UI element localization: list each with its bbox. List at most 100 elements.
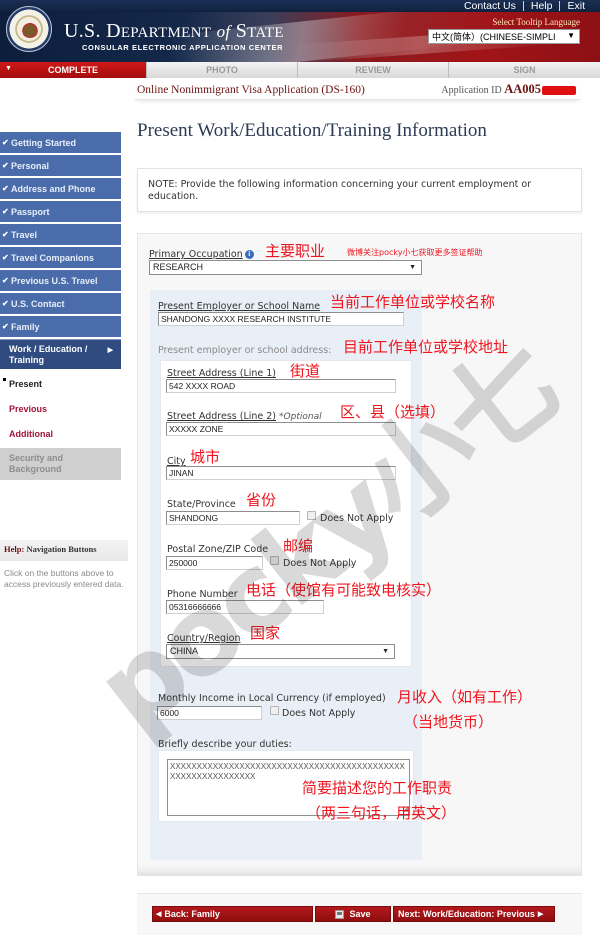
postal-input[interactable]: 250000 — [166, 556, 263, 570]
next-button[interactable]: Next: Work/Education: Previous ▶ — [393, 906, 555, 922]
step-review[interactable]: REVIEW — [298, 62, 449, 78]
label-text: Present Employer or School Name — [158, 301, 321, 312]
sidebar-item-label: Getting Started — [11, 137, 77, 148]
dept-title-part: of — [216, 22, 231, 41]
step-photo[interactable]: PHOTO — [147, 62, 298, 78]
contact-us-link[interactable]: Contact Us — [457, 0, 523, 12]
state-does-not-apply-checkbox[interactable] — [307, 511, 316, 520]
info-icon[interactable]: i — [244, 250, 254, 259]
annotation-state: 省份 — [246, 491, 277, 509]
annotation-income-line1: 月收入（如有工作） — [397, 688, 533, 706]
application-id-label: Application ID — [441, 85, 502, 96]
select-value: RESEARCH — [153, 262, 204, 272]
caret-down-icon: ▼ — [5, 65, 12, 72]
annotation-duties-line2: （两三句话，用英文） — [306, 804, 457, 822]
employer-address-heading: Present employer or school address: — [158, 345, 332, 356]
street1-input[interactable]: 542 XXXX ROAD — [166, 379, 396, 393]
duties-label: Briefly describe your duties: — [158, 739, 292, 750]
caret-right-icon: ▶ — [107, 347, 113, 354]
sidebar-item-travel[interactable]: ✔ Travel — [0, 224, 121, 245]
sidebar-subitem-label: Additional — [9, 428, 53, 439]
checkmark-icon: ✔ — [2, 207, 9, 216]
postal-label: Postal Zone/ZIP Code — [167, 544, 268, 555]
exit-link[interactable]: Exit — [560, 0, 592, 12]
top-links: Contact Us Help Exit — [457, 0, 592, 12]
postal-does-not-apply-checkbox[interactable] — [270, 556, 279, 565]
income-label: Monthly Income in Local Currency (if emp… — [158, 693, 386, 704]
chevron-down-icon: ▼ — [382, 648, 389, 655]
department-title: U.S. DEPARTMENT of STATE — [64, 20, 284, 43]
annotation-postal: 邮编 — [283, 537, 314, 555]
caret-right-icon: ▶ — [537, 911, 544, 918]
sidebar-subitem-present[interactable]: Present — [0, 371, 121, 396]
step-sign[interactable]: SIGN — [449, 62, 600, 78]
help-title-text: Navigation Buttons — [26, 544, 97, 554]
sidebar-subitem-previous[interactable]: Previous — [0, 396, 121, 421]
caret-left-icon: ◀ — [156, 911, 162, 918]
sidebar-item-travel-companions[interactable]: ✔ Travel Companions — [0, 247, 121, 268]
button-label: Save — [349, 909, 371, 919]
annotation-employer-address: 目前工作单位或学校地址 — [343, 338, 509, 356]
help-title-prefix: Help: — [4, 544, 25, 554]
label-text: Phone Number — [167, 589, 238, 600]
primary-occupation-select[interactable]: RESEARCH ▼ — [149, 260, 422, 275]
employer-name-label: Present Employer or School Name — [158, 301, 320, 312]
sidebar-item-work-education-training[interactable]: Work / Education / Training ▶ — [0, 339, 121, 369]
phone-input[interactable]: 05316666666 — [166, 600, 324, 614]
application-id: Application ID AA005 — [441, 82, 580, 97]
employer-name-input[interactable]: SHANDONG XXXX RESEARCH INSTITUTE — [158, 312, 404, 326]
label-text: Street Address (Line 2) — [167, 411, 277, 422]
postal-does-not-apply-label: Does Not Apply — [283, 558, 357, 569]
checkmark-icon: ✔ — [2, 276, 9, 285]
annotation-country: 国家 — [250, 624, 281, 642]
annotation-street1: 街道 — [290, 362, 321, 380]
tooltip-language-value: 中文(简体）(CHINESE-SIMPLI — [432, 32, 556, 42]
sidebar-subitem-additional[interactable]: Additional — [0, 421, 121, 446]
sidebar-item-label: Personal — [11, 160, 50, 171]
help-title: Help: Navigation Buttons — [0, 540, 128, 561]
sidebar-item-family[interactable]: ✔ Family — [0, 316, 121, 337]
street2-input[interactable]: XXXXX ZONE — [166, 422, 396, 436]
chevron-down-icon: ▼ — [409, 264, 416, 271]
sidebar-item-label: Previous U.S. Travel — [11, 275, 98, 286]
primary-occupation-label: Primary Occupation i — [149, 249, 254, 260]
income-input[interactable]: 6000 — [157, 706, 262, 720]
income-does-not-apply-label: Does Not Apply — [282, 708, 356, 719]
sidebar-item-getting-started[interactable]: ✔ Getting Started — [0, 132, 121, 153]
optional-marker: *Optional — [279, 412, 322, 422]
step-complete[interactable]: ▼ COMPLETE — [0, 62, 147, 78]
eagle-emblem — [21, 20, 39, 38]
checkmark-icon: ✔ — [2, 230, 9, 239]
sidebar-item-label: Background — [9, 464, 62, 474]
sidebar-item-label: Address and Phone — [11, 183, 96, 194]
sidebar-item-address-and-phone[interactable]: ✔ Address and Phone — [0, 178, 121, 199]
checkmark-icon: ✔ — [2, 138, 9, 147]
sidebar-item-label: U.S. Contact — [11, 298, 65, 309]
checkmark-icon: ✔ — [2, 184, 9, 193]
note-box: NOTE: Provide the following information … — [137, 168, 582, 212]
sidebar-subitem-label: Previous — [9, 403, 48, 414]
checkmark-icon: ✔ — [2, 299, 9, 308]
tooltip-language-select[interactable]: 中文(简体）(CHINESE-SIMPLI ▼ — [428, 29, 580, 44]
country-select[interactable]: CHINA ▼ — [166, 644, 395, 659]
state-does-not-apply-label: Does Not Apply — [320, 513, 394, 524]
sidebar-item-personal[interactable]: ✔ Personal — [0, 155, 121, 176]
city-input[interactable]: JINAN — [166, 466, 396, 480]
sidebar-item-previous-us-travel[interactable]: ✔ Previous U.S. Travel — [0, 270, 121, 291]
annotation-street2: 区、县（选填） — [340, 403, 446, 421]
state-input[interactable]: SHANDONG — [166, 511, 300, 525]
help-link[interactable]: Help — [524, 0, 560, 12]
back-button[interactable]: ◀ Back: Family — [152, 906, 313, 922]
annotation-city: 城市 — [190, 448, 221, 466]
income-does-not-apply-checkbox[interactable] — [270, 706, 279, 715]
redaction-mark — [542, 86, 576, 96]
chevron-down-icon: ▼ — [567, 31, 575, 40]
sidebar-item-us-contact[interactable]: ✔ U.S. Contact — [0, 293, 121, 314]
application-name: Online Nonimmigrant Visa Application (DS… — [137, 83, 365, 96]
page-title: Present Work/Education/Training Informat… — [137, 120, 487, 141]
sidebar-item-passport[interactable]: ✔ Passport — [0, 201, 121, 222]
step-label: PHOTO — [206, 65, 238, 75]
checkmark-icon: ✔ — [2, 161, 9, 170]
label-text: Postal Zone/ZIP Code — [167, 544, 269, 555]
save-button[interactable]: Save — [315, 906, 391, 922]
